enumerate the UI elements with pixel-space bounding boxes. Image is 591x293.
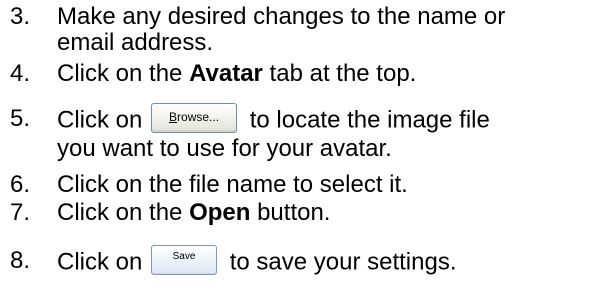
step-number: 8. <box>10 247 31 274</box>
step-number: 5. <box>10 105 31 132</box>
save-button[interactable]: Save <box>151 245 218 275</box>
step-text-before: Click on the <box>57 60 190 87</box>
step-number: 7. <box>10 199 31 226</box>
step-text-before: Click on <box>57 106 150 134</box>
step-text-after: to save your settings. <box>223 248 457 276</box>
browse-button-mnemonic: B <box>169 110 178 124</box>
step-text: Click on Browse... to locate the image f… <box>57 103 585 162</box>
browse-button[interactable]: Browse... <box>151 103 238 133</box>
step-text-before: Click on the <box>57 199 190 226</box>
step-text-line: email address. <box>57 29 214 56</box>
step-text-after: to locate the image file <box>243 106 490 134</box>
step-text: Make any desired changes to the name or … <box>57 4 585 56</box>
step-number: 4. <box>10 60 31 87</box>
step-number: 3. <box>10 3 31 30</box>
step-text: Click on the Open button. <box>57 200 585 226</box>
step-text-line: Make any desired changes to the name or <box>57 3 506 30</box>
step-text-after: tab at the top. <box>262 60 417 87</box>
avatar-tab-name: Avatar <box>189 60 263 87</box>
open-button-name: Open <box>189 199 251 226</box>
step-text-before: Click on <box>57 248 150 276</box>
step-text-after: button. <box>250 199 331 226</box>
step-number: 6. <box>10 171 31 198</box>
step-text: Click on Save to save your settings. <box>57 245 585 278</box>
browse-button-label: rowse... <box>177 110 220 124</box>
step-text-line: you want to use for your avatar. <box>57 135 392 162</box>
step-text: Click on the file name to select it. <box>57 171 408 198</box>
step-text: Click on the Avatar tab at the top. <box>57 61 585 87</box>
